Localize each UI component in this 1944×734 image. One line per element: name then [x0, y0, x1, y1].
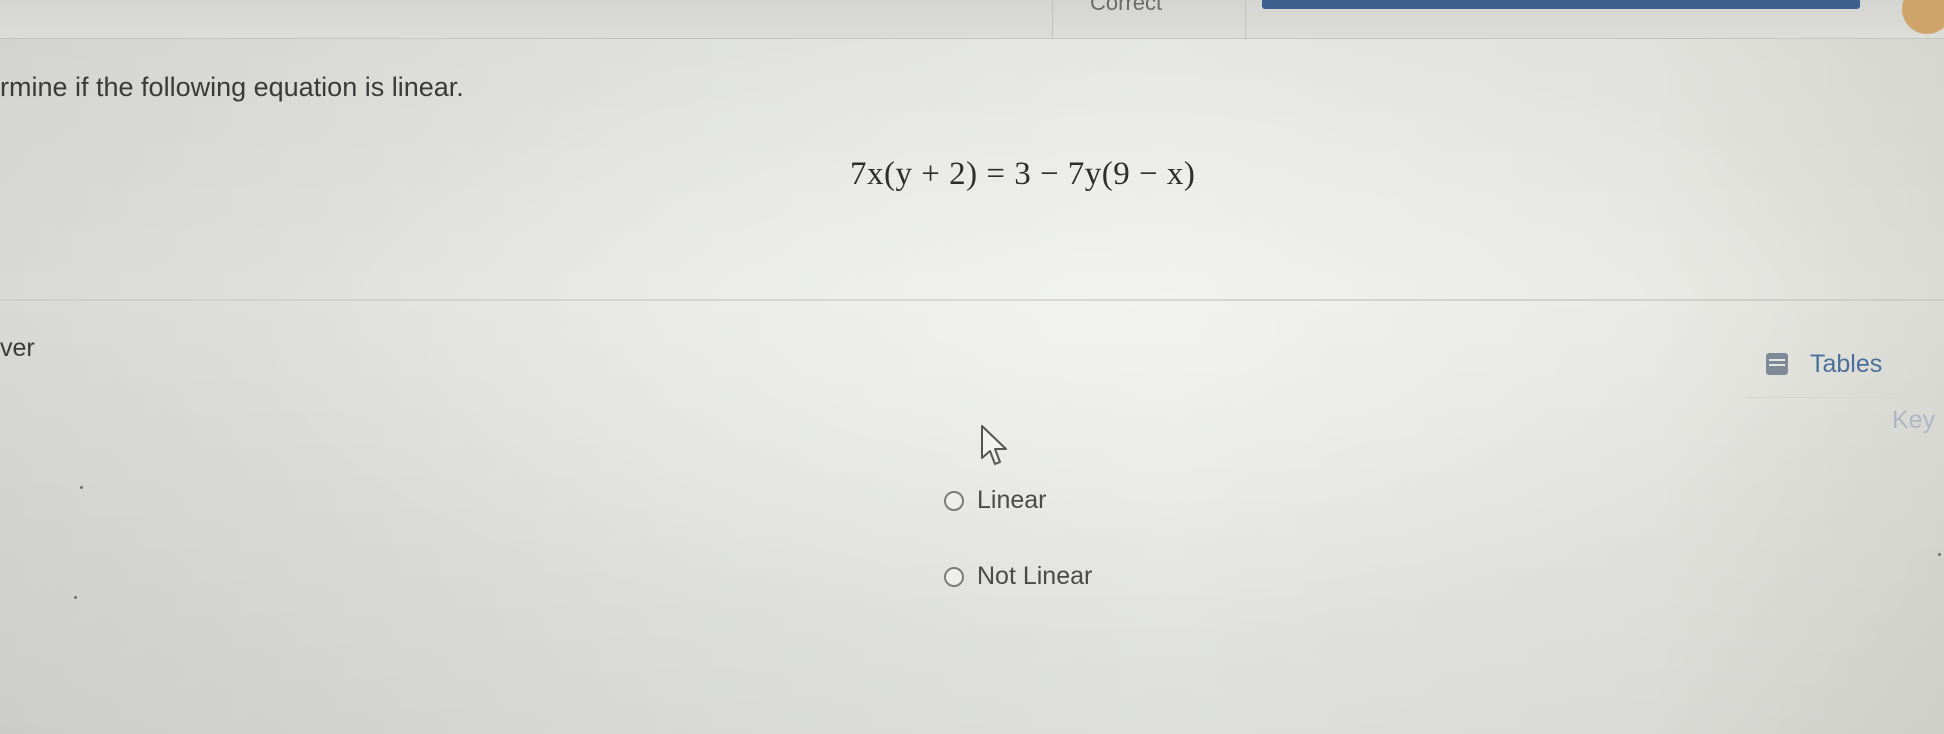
option-label[interactable]: Not Linear [977, 562, 1092, 591]
option-not-linear[interactable]: Not Linear [944, 562, 1092, 591]
tab-separator [1052, 0, 1053, 38]
option-label[interactable]: Linear [977, 486, 1047, 515]
avatar[interactable] [1902, 0, 1944, 34]
tables-button[interactable]: Tables [1766, 346, 1882, 382]
answer-status-text: Correct [1090, 0, 1163, 15]
section-divider [0, 299, 1944, 301]
top-bar: Correct [0, 0, 1944, 39]
radio-button[interactable] [944, 490, 964, 511]
tables-label: Tables [1810, 349, 1883, 378]
radio-button[interactable] [944, 566, 964, 587]
option-linear[interactable]: Linear [944, 486, 1047, 515]
screen-speck [74, 596, 77, 599]
progress-bar [1262, 0, 1860, 9]
screen-speck [1938, 553, 1941, 556]
tab-separator [1245, 0, 1246, 38]
key-link[interactable]: Key [1892, 406, 1935, 435]
screen-speck [80, 486, 83, 489]
question-prompt: rmine if the following equation is linea… [0, 72, 464, 102]
tools-divider [1745, 397, 1944, 398]
answer-section-label: ver [0, 334, 35, 362]
table-icon [1766, 353, 1788, 375]
equation: 7x(y + 2) = 3 − 7y(9 − x) [850, 156, 1196, 192]
mouse-pointer-icon [981, 425, 1007, 465]
